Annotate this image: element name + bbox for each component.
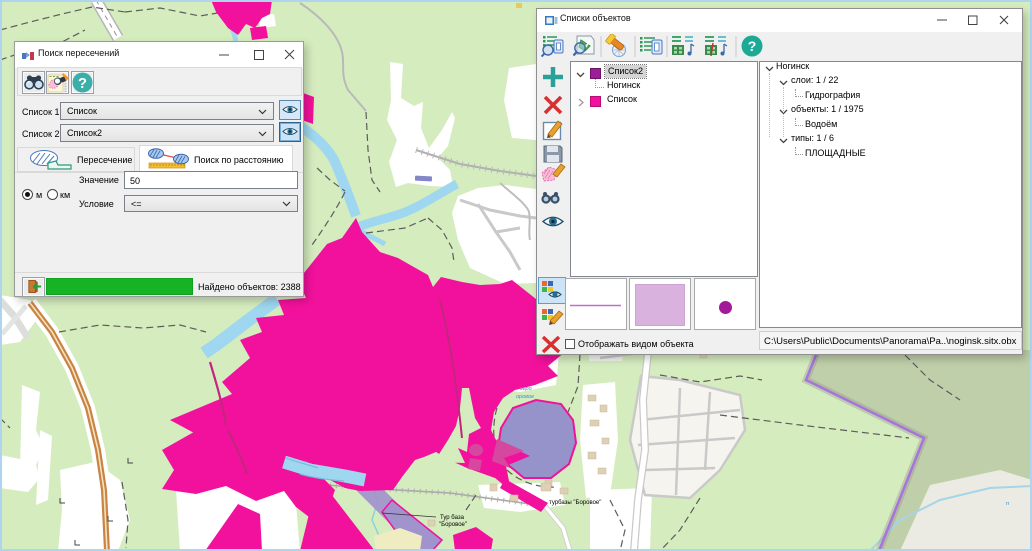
svg-text:"Боровое": "Боровое" (439, 522, 467, 528)
svg-text:турбазы "Боровое": турбазы "Боровое" (549, 500, 601, 506)
svg-text:?: ? (78, 75, 87, 92)
svg-text:Тур база: Тур база (440, 515, 465, 521)
svg-text:оровое: оровое (516, 394, 534, 400)
svg-text:п: п (1006, 501, 1009, 507)
svg-text:зеро: зеро (519, 386, 532, 392)
svg-text:?: ? (748, 38, 757, 54)
